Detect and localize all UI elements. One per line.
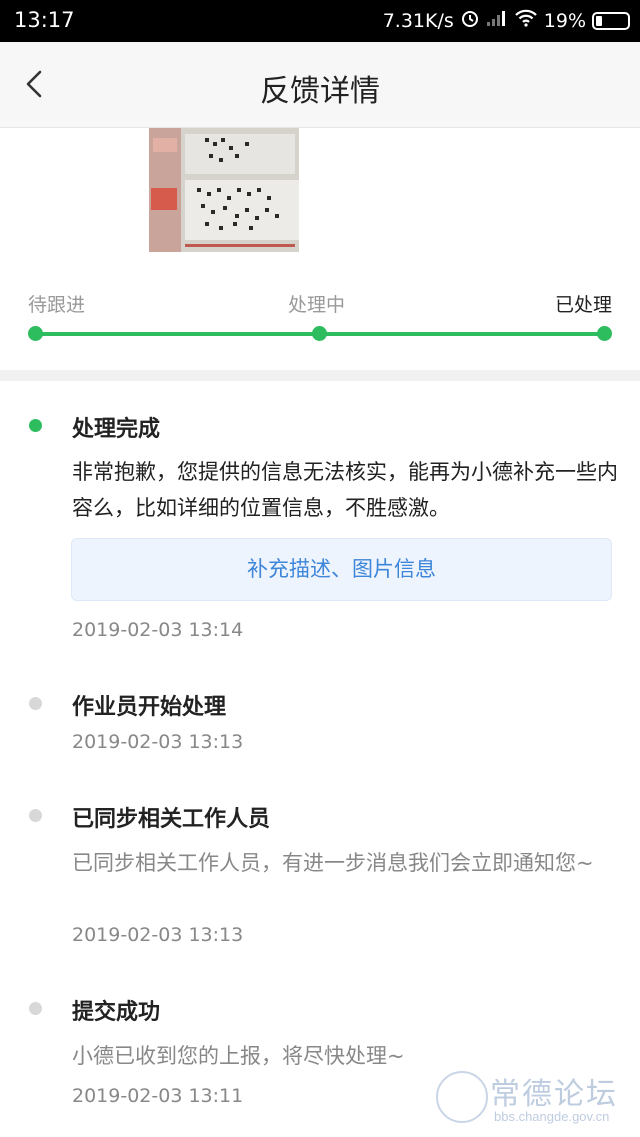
timeline-dot [29,697,42,710]
forum-logo-icon [436,1071,488,1123]
status-bar: 13:17 7.31K/s 19% [0,0,640,42]
alarm-icon [460,8,480,33]
status-right: 7.31K/s 19% [383,8,630,33]
timeline-text: 已同步相关工作人员，有进一步消息我们会立即通知您~ [72,851,594,875]
title-bar: 反馈详情 [0,42,640,128]
supplement-info-button[interactable]: 补充描述、图片信息 [71,538,612,601]
battery-percent: 19% [543,9,586,32]
watermark-text: 常德论坛 [490,1077,618,1112]
progress-dot-2 [312,326,327,341]
network-speed: 7.31K/s [382,9,454,32]
signal-icon [486,9,508,32]
progress-dot-1 [28,326,43,341]
section-divider [0,370,640,381]
progress-dot-3 [597,326,612,341]
step-label-done: 已处理 [554,294,612,316]
step-label-processing: 处理中 [288,294,346,316]
battery-icon [592,11,630,30]
status-time: 13:17 [14,8,75,32]
wifi-icon [514,9,538,32]
timeline-time: 2019-02-03 13:13 [72,731,244,753]
timeline-time: 2019-02-03 13:13 [72,924,244,946]
timeline-title: 已同步相关工作人员 [72,807,271,832]
attached-photo[interactable] [149,128,299,252]
timeline-title: 作业员开始处理 [72,695,227,720]
timeline-title: 提交成功 [72,1000,161,1025]
step-label-pending: 待跟进 [28,294,86,316]
timeline-time: 2019-02-03 13:11 [72,1085,244,1107]
timeline-title: 处理完成 [72,417,161,442]
page-title: 反馈详情 [260,74,380,109]
timeline-time: 2019-02-03 13:14 [72,619,244,641]
timeline-dot-active [29,419,42,432]
progress-labels: 待跟进 处理中 已处理 [28,290,612,318]
forum-watermark: 常德论坛 bbs.changde.gov.cn [432,1065,632,1131]
timeline-dot [29,809,42,822]
watermark-url: bbs.changde.gov.cn [494,1109,610,1124]
timeline-dot [29,1002,42,1015]
timeline-text: 非常抱歉，您提供的信息无法核实，能再为小德补充一些内容么，比如详细的位置信息，不… [72,460,618,520]
